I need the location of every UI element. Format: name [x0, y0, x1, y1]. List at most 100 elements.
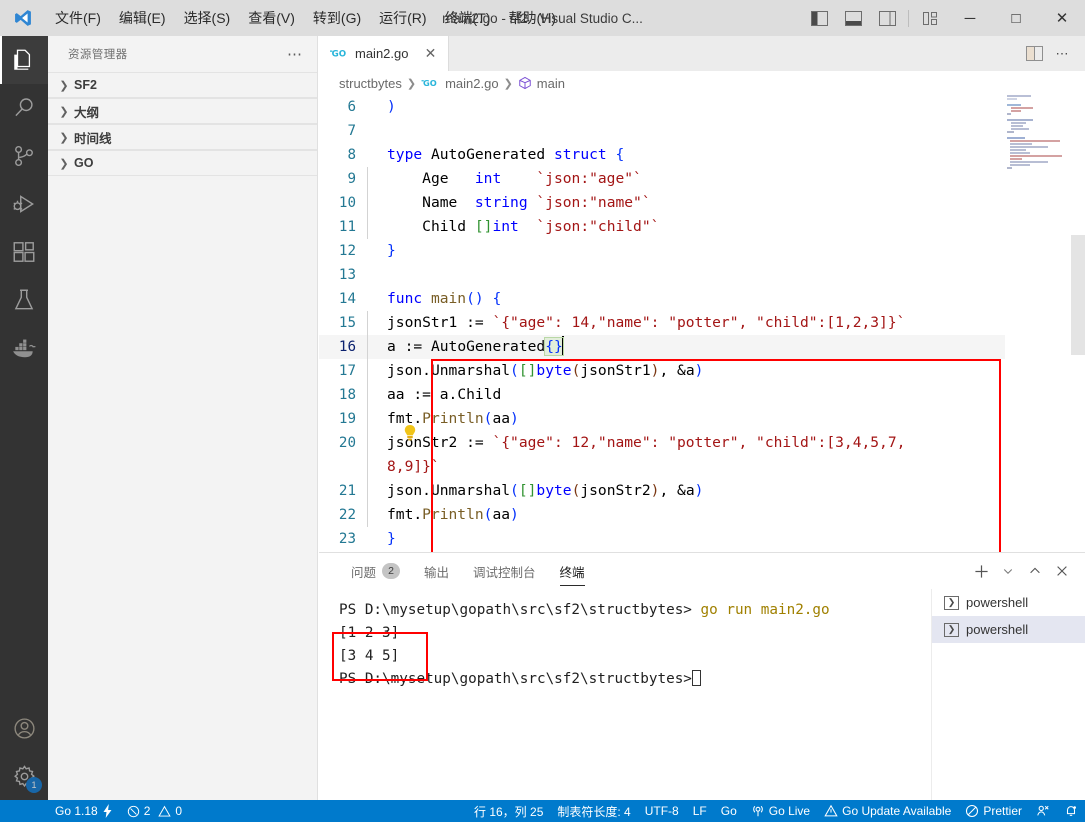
- tab-terminal[interactable]: 终端: [548, 553, 597, 589]
- sidebar-item-testing[interactable]: [0, 276, 48, 324]
- tab-debug-console[interactable]: 调试控制台: [461, 553, 548, 589]
- code-text[interactable]: json.Unmarshal([]byte(jsonStr1), &a): [387, 359, 703, 383]
- code-text[interactable]: }: [387, 527, 396, 551]
- sidebar-item-source-control[interactable]: [0, 132, 48, 180]
- sidebar-more-actions-icon[interactable]: ⋯: [287, 45, 309, 63]
- code-text[interactable]: a := AutoGenerated{}: [387, 335, 564, 359]
- status-feedback[interactable]: [1029, 800, 1057, 822]
- code-line[interactable]: 22 fmt.Println(aa): [319, 503, 1085, 527]
- sidebar-section-sf2[interactable]: ❯ SF2: [48, 72, 317, 98]
- terminal-list-item[interactable]: ❯ powershell: [932, 589, 1085, 616]
- status-notifications[interactable]: [1057, 800, 1085, 822]
- new-terminal-icon[interactable]: [968, 556, 994, 586]
- code-line[interactable]: 23}: [319, 527, 1085, 551]
- terminal-list-item[interactable]: ❯ powershell: [932, 616, 1085, 643]
- code-line[interactable]: 15 jsonStr1 := `{"age": 14,"name": "potte…: [319, 311, 1085, 335]
- status-go-update[interactable]: Go Update Available: [817, 800, 958, 822]
- status-eol[interactable]: LF: [686, 800, 714, 822]
- accounts-button[interactable]: [0, 704, 48, 752]
- editor-scrollbar[interactable]: [1071, 95, 1085, 552]
- status-problems[interactable]: 2 0: [120, 800, 189, 822]
- code-text[interactable]: Name string `json:"name"`: [387, 191, 650, 215]
- code-line[interactable]: 14 func main() {: [319, 287, 1085, 311]
- toggle-panel-icon[interactable]: [836, 0, 870, 36]
- code-text[interactable]: Child []int `json:"child"`: [387, 215, 659, 239]
- sidebar-item-run-and-debug[interactable]: [0, 180, 48, 228]
- code-line[interactable]: 16 a := AutoGenerated{}: [319, 335, 1085, 359]
- code-text[interactable]: Age int `json:"age"`: [387, 167, 642, 191]
- close-window-button[interactable]: ✕: [1039, 0, 1085, 36]
- menu-view[interactable]: 查看(V): [239, 0, 304, 36]
- code-line[interactable]: 18 aa := a.Child: [319, 383, 1085, 407]
- glyph-margin: [365, 479, 387, 503]
- breadcrumb-folder[interactable]: structbytes: [339, 76, 402, 91]
- code-lines[interactable]: 6) 7 8 type AutoGenerated struct {9 Age int…: [319, 95, 1085, 552]
- code-line[interactable]: 13: [319, 263, 1085, 287]
- code-text[interactable]: fmt.Println(aa): [387, 503, 519, 527]
- status-indentation[interactable]: 制表符长度: 4: [550, 800, 637, 822]
- code-line[interactable]: 6): [319, 95, 1085, 119]
- status-go-live[interactable]: Go Live: [744, 800, 817, 822]
- sidebar-section-go[interactable]: ❯ GO: [48, 150, 317, 176]
- code-line[interactable]: 9 Age int `json:"age"`: [319, 167, 1085, 191]
- minimap[interactable]: [1005, 95, 1071, 552]
- quick-fix-lightbulb-icon[interactable]: [402, 424, 418, 441]
- code-text[interactable]: jsonStr2 := `{"age": 12,"name": "potter"…: [387, 431, 905, 479]
- sidebar-section-outline[interactable]: ❯ 大纲: [48, 98, 317, 124]
- status-cursor-position[interactable]: 行 16，列 25: [467, 800, 550, 822]
- menu-edit[interactable]: 编辑(E): [110, 0, 175, 36]
- split-editor-icon[interactable]: [1021, 36, 1047, 71]
- tab-problems[interactable]: 问题 2: [339, 553, 412, 589]
- code-line[interactable]: 7: [319, 119, 1085, 143]
- menu-run[interactable]: 运行(R): [370, 0, 435, 36]
- menu-file[interactable]: 文件(F): [46, 0, 110, 36]
- chevron-down-icon[interactable]: [995, 556, 1021, 586]
- code-text[interactable]: json.Unmarshal([]byte(jsonStr2), &a): [387, 479, 703, 503]
- menu-go[interactable]: 转到(G): [304, 0, 370, 36]
- manage-settings-button[interactable]: 1: [0, 752, 48, 800]
- menu-help[interactable]: 帮助(H): [499, 0, 564, 36]
- editor-more-actions-icon[interactable]: ⋯: [1049, 36, 1075, 71]
- tab-close-icon[interactable]: ✕: [422, 45, 438, 62]
- maximize-panel-icon[interactable]: [1022, 556, 1048, 586]
- maximize-window-button[interactable]: □: [993, 0, 1039, 36]
- code-line[interactable]: 20 jsonStr2 := `{"age": 12,"name": "potte…: [319, 431, 1085, 479]
- customize-layout-icon[interactable]: [913, 0, 947, 36]
- code-text[interactable]: aa := a.Child: [387, 383, 501, 407]
- toggle-primary-sidebar-icon[interactable]: [802, 0, 836, 36]
- menu-terminal[interactable]: 终端(T): [436, 0, 500, 36]
- editor-scrollbar-thumb[interactable]: [1071, 235, 1085, 355]
- code-line[interactable]: 21 json.Unmarshal([]byte(jsonStr2), &a): [319, 479, 1085, 503]
- code-line[interactable]: 12}: [319, 239, 1085, 263]
- code-line[interactable]: 17 json.Unmarshal([]byte(jsonStr1), &a): [319, 359, 1085, 383]
- close-panel-icon[interactable]: [1049, 556, 1075, 586]
- tab-main2-go[interactable]: GO main2.go ✕: [319, 36, 450, 71]
- code-line[interactable]: 8 type AutoGenerated struct {: [319, 143, 1085, 167]
- code-line[interactable]: 10 Name string `json:"name"`: [319, 191, 1085, 215]
- status-language-mode[interactable]: Go: [714, 800, 744, 822]
- code-text[interactable]: ): [387, 95, 396, 119]
- code-line[interactable]: 19 fmt.Println(aa): [319, 407, 1085, 431]
- status-go-version[interactable]: Go 1.18: [48, 800, 120, 822]
- code-line[interactable]: 11 Child []int `json:"child"`: [319, 215, 1085, 239]
- status-encoding[interactable]: UTF-8: [638, 800, 686, 822]
- code-text[interactable]: }: [387, 239, 396, 263]
- terminal-output[interactable]: PS D:\mysetup\gopath\src\sf2\structbytes…: [319, 589, 931, 801]
- breadcrumb-file[interactable]: main2.go: [445, 76, 498, 91]
- sidebar-item-extensions[interactable]: [0, 228, 48, 276]
- status-prettier[interactable]: Prettier: [958, 800, 1029, 822]
- toggle-secondary-sidebar-icon[interactable]: [870, 0, 904, 36]
- tab-output[interactable]: 输出: [412, 553, 461, 589]
- code-text[interactable]: jsonStr1 := `{"age": 14,"name": "potter"…: [387, 311, 905, 335]
- code-text[interactable]: func main() {: [387, 287, 501, 311]
- sidebar-item-explorer[interactable]: [0, 36, 48, 84]
- breadcrumb-symbol[interactable]: main: [537, 76, 565, 91]
- menu-selection[interactable]: 选择(S): [175, 0, 240, 36]
- code-text[interactable]: type AutoGenerated struct {: [387, 143, 624, 167]
- sidebar-section-timeline[interactable]: ❯ 时间线: [48, 124, 317, 150]
- code-editor[interactable]: 6) 7 8 type AutoGenerated struct {9 Age int…: [319, 95, 1085, 552]
- sidebar-item-docker[interactable]: [0, 324, 48, 372]
- sidebar-item-search[interactable]: [0, 84, 48, 132]
- minimize-window-button[interactable]: ─: [947, 0, 993, 36]
- main-menu[interactable]: 文件(F) 编辑(E) 选择(S) 查看(V) 转到(G) 运行(R) 终端(T…: [46, 0, 565, 36]
